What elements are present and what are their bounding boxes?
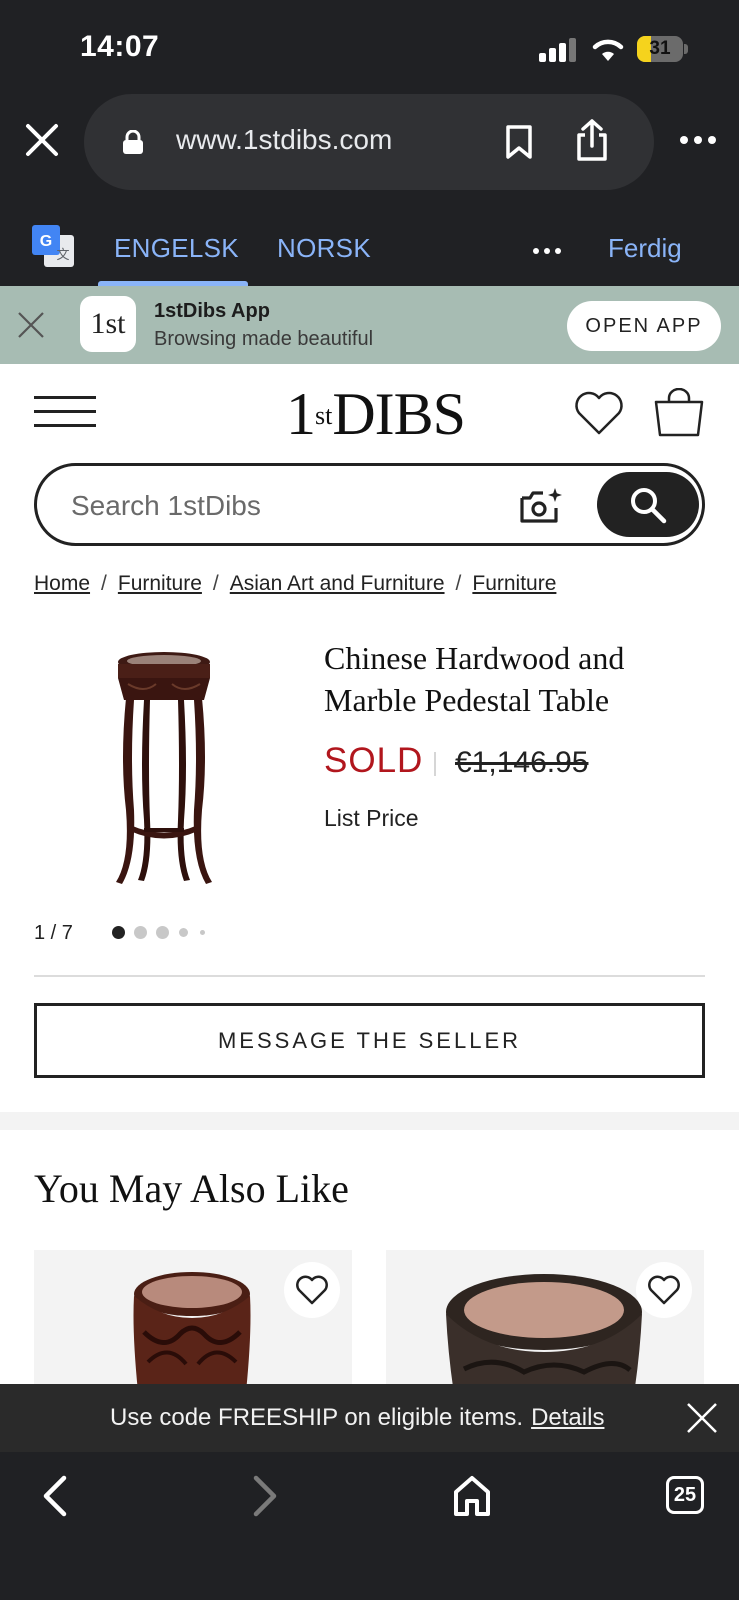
breadcrumb-furniture[interactable]: Furniture — [118, 572, 202, 595]
heart-icon — [296, 1275, 328, 1305]
section-divider — [0, 1112, 739, 1130]
breadcrumb: Home / Furniture / Asian Art and Furniture / F… — [34, 572, 557, 595]
breadcrumb-furniture-sub[interactable]: Furniture — [472, 572, 556, 595]
breadcrumb-home[interactable]: Home — [34, 572, 90, 595]
search-input[interactable] — [71, 488, 491, 524]
app-banner-title: 1stDibs App — [154, 300, 270, 322]
app-logo: 1st — [80, 296, 136, 352]
battery-indicator: 31 — [637, 36, 688, 62]
close-icon[interactable] — [16, 310, 46, 340]
image-counter: 1 / 7 — [34, 922, 73, 944]
open-app-button[interactable]: OPEN APP — [567, 301, 721, 351]
svg-text:G: G — [40, 233, 52, 250]
site-logo[interactable]: 1stDIBS — [286, 383, 466, 445]
product-title: Chinese Hardwood and Marble Pedestal Tab… — [324, 640, 625, 718]
app-banner: 1st 1stDibs App Browsing made beautiful … — [0, 286, 739, 364]
home-icon[interactable] — [452, 1474, 492, 1518]
message-seller-button[interactable]: MESSAGE THE SELLER — [34, 1003, 705, 1078]
search-button[interactable] — [597, 472, 699, 537]
address-field[interactable]: www.1stdibs.com — [84, 94, 654, 190]
divider — [34, 975, 705, 977]
bookmark-icon[interactable] — [504, 124, 534, 160]
status-time: 14:07 — [80, 30, 160, 63]
forward-icon[interactable] — [250, 1474, 280, 1518]
product-image[interactable] — [104, 650, 224, 902]
google-translate-icon: G 文 — [32, 225, 74, 267]
close-icon[interactable] — [22, 120, 62, 160]
share-icon[interactable] — [574, 118, 610, 162]
camera-icon[interactable] — [519, 486, 563, 526]
sold-badge: SOLD — [324, 741, 424, 780]
promo-details-link[interactable]: Details — [531, 1404, 604, 1431]
recommendation-card[interactable] — [34, 1250, 352, 1390]
bag-icon[interactable] — [654, 388, 704, 438]
heart-icon — [648, 1275, 680, 1305]
breadcrumb-asian-art[interactable]: Asian Art and Furniture — [230, 572, 445, 595]
close-icon[interactable] — [686, 1402, 718, 1434]
promo-banner: Use code FREESHIP on eligible items. Deta… — [0, 1384, 739, 1452]
price-divider — [434, 752, 436, 776]
translate-bar: G 文 ENGELSK NORSK Ferdig — [0, 195, 739, 286]
search-icon — [631, 488, 667, 524]
tab-source-language[interactable]: ENGELSK — [114, 233, 239, 264]
list-price-value: €1,146.95 — [455, 746, 589, 779]
recommendation-card[interactable] — [386, 1250, 704, 1390]
product-image — [446, 1274, 642, 1390]
favorite-button[interactable] — [284, 1262, 340, 1318]
app-banner-subtitle: Browsing made beautiful — [154, 328, 374, 350]
heart-icon[interactable] — [574, 390, 624, 436]
search-bar — [34, 463, 705, 546]
browser-toolbar: 25 — [0, 1452, 739, 1600]
tabs-button[interactable]: 25 — [666, 1476, 704, 1514]
url-text: www.1stdibs.com — [176, 124, 393, 155]
favorite-button[interactable] — [636, 1262, 692, 1318]
product-image — [133, 1272, 251, 1390]
done-button[interactable]: Ferdig — [608, 233, 682, 264]
back-icon[interactable] — [40, 1474, 70, 1518]
wifi-icon — [592, 39, 624, 61]
status-bar: 14:07 31 — [0, 0, 739, 90]
signal-icon — [539, 38, 577, 62]
tab-target-language[interactable]: NORSK — [277, 233, 371, 264]
more-icon[interactable] — [678, 134, 718, 146]
recommendations-title: You May Also Like — [34, 1166, 349, 1211]
carousel-dots[interactable] — [112, 926, 222, 940]
more-icon[interactable] — [532, 247, 562, 255]
hamburger-icon[interactable] — [34, 396, 96, 432]
lock-icon — [123, 130, 143, 154]
list-price-label: List Price — [324, 805, 419, 831]
browser-url-bar: www.1stdibs.com — [0, 90, 739, 195]
svg-text:文: 文 — [56, 248, 69, 263]
promo-text: Use code FREESHIP on eligible items. Deta… — [110, 1404, 605, 1431]
